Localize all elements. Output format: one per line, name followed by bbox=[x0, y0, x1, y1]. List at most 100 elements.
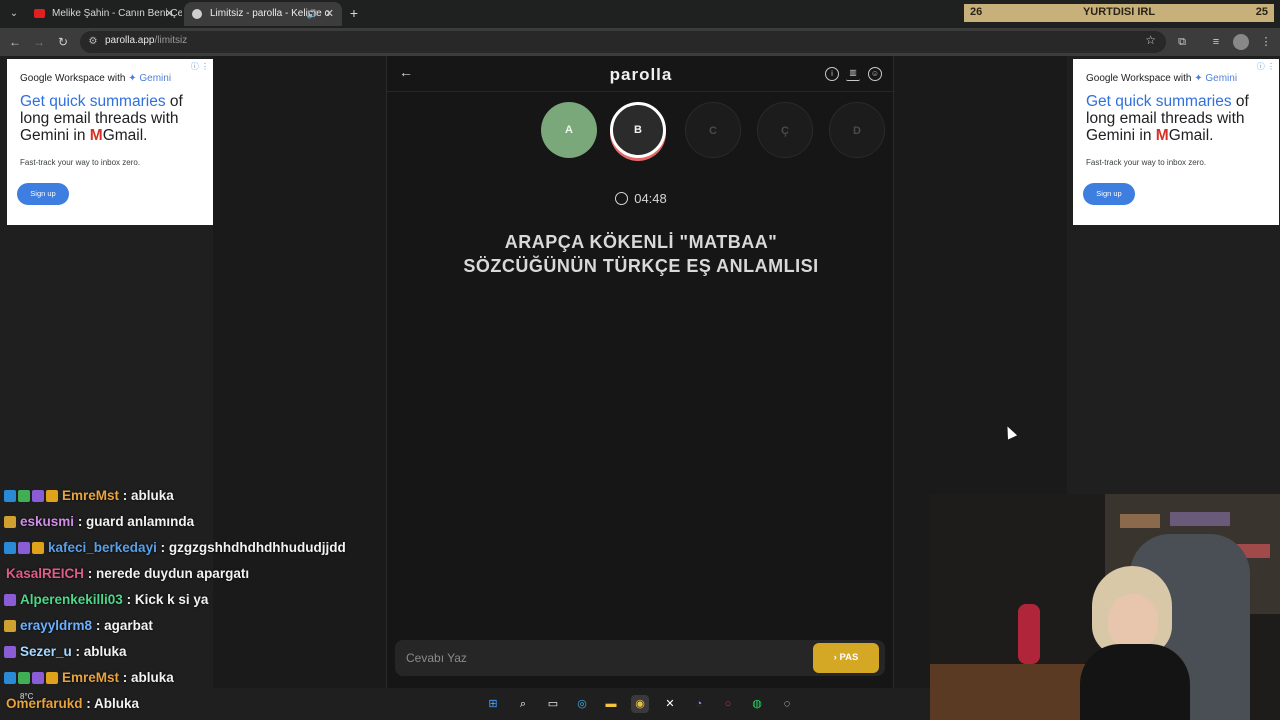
file-explorer-icon[interactable]: ▬ bbox=[602, 695, 620, 713]
profile-icon[interactable]: ☺ bbox=[868, 67, 882, 81]
terminal-icon[interactable]: ✕ bbox=[661, 695, 679, 713]
ad-banner-left[interactable]: ⓘ ⋮ Google Workspace with ✦ Gemini Get q… bbox=[7, 59, 213, 225]
browser-toolbar: ← → ↻ ⚙ parolla.app/limitsiz ☆ ⧉ ≡ ⋮ bbox=[0, 28, 1280, 56]
chat-message: Sezer_u : abluka bbox=[4, 644, 127, 666]
chat-username[interactable]: eskusmi bbox=[20, 514, 74, 529]
chat-message: Alperenkekilli03 : Kick k si ya bbox=[4, 592, 208, 614]
url-text: parolla.app/limitsiz bbox=[105, 35, 188, 46]
clock-icon bbox=[615, 192, 629, 205]
discord-icon[interactable]: ◔ bbox=[690, 695, 708, 713]
opera-icon[interactable]: ○ bbox=[719, 695, 737, 713]
chat-username[interactable]: kafeci_berkedayi bbox=[48, 540, 157, 555]
chat-text: : abluka bbox=[75, 644, 127, 659]
weather-widget[interactable]: 8°C bbox=[20, 692, 33, 701]
chat-badge-icon bbox=[18, 672, 30, 684]
chat-username[interactable]: EmreMst bbox=[62, 670, 119, 685]
reload-icon[interactable]: ↻ bbox=[54, 33, 72, 51]
info-icon[interactable]: i bbox=[825, 67, 839, 81]
chat-username[interactable]: EmreMst bbox=[62, 488, 119, 503]
tab-search-icon[interactable]: ⌄ bbox=[4, 4, 24, 24]
app-logo: parolla bbox=[609, 65, 673, 84]
spotify-icon[interactable]: ◍ bbox=[748, 695, 766, 713]
countdown-timer: 04:48 bbox=[387, 191, 895, 206]
chat-message: erayyldrm8 : agarbat bbox=[4, 618, 153, 640]
chat-badge-icon bbox=[18, 542, 30, 554]
overlay-right-count: 25 bbox=[1255, 6, 1268, 18]
youtube-icon bbox=[34, 9, 45, 18]
letter-b: B bbox=[610, 102, 666, 158]
chat-message: kafeci_berkedayi : gzgzgshhdhdhdhhududjj… bbox=[4, 540, 346, 562]
letter-d: D bbox=[829, 102, 885, 158]
chat-badges bbox=[4, 672, 60, 687]
stream-chat: EmreMst : abluka eskusmi : guard anlamınd… bbox=[0, 486, 520, 720]
chat-badges bbox=[4, 542, 46, 557]
chat-badge-icon bbox=[4, 594, 16, 606]
chat-message: eskusmi : guard anlamında bbox=[4, 514, 194, 536]
shelf-item bbox=[1120, 514, 1160, 528]
chat-text: : Kick k si ya bbox=[126, 592, 209, 607]
chat-badge-icon bbox=[4, 490, 16, 502]
mouse-cursor-icon bbox=[1002, 424, 1018, 440]
close-tab-icon[interactable]: ✕ bbox=[165, 2, 174, 26]
pass-button[interactable]: › PAS bbox=[813, 643, 879, 673]
chat-username[interactable]: KasalREICH bbox=[6, 566, 84, 581]
ad-brand: Google Workspace with ✦ Gemini bbox=[1086, 73, 1238, 84]
site-info-icon[interactable]: ⚙ bbox=[86, 35, 100, 49]
app-header: ← parolla i ▥ ☺ bbox=[387, 56, 895, 92]
chat-badge-icon bbox=[4, 542, 16, 554]
chat-badges bbox=[4, 594, 18, 609]
task-view-icon[interactable]: ▭ bbox=[544, 695, 562, 713]
close-tab-icon[interactable]: ✕ bbox=[325, 2, 334, 26]
ad-signup-button[interactable]: Sign up bbox=[17, 183, 69, 205]
menu-kebab-icon[interactable]: ⋮ bbox=[1258, 34, 1274, 50]
address-bar[interactable]: ⚙ parolla.app/limitsiz ☆ bbox=[80, 31, 1166, 53]
forward-icon[interactable]: → bbox=[30, 33, 48, 51]
chat-username[interactable]: Alperenkekilli03 bbox=[20, 592, 123, 607]
chat-badge-icon bbox=[46, 672, 58, 684]
globe-icon bbox=[192, 9, 202, 19]
extensions-icon[interactable]: ⧉ bbox=[1174, 34, 1190, 50]
microphone bbox=[1018, 604, 1040, 664]
chat-username[interactable]: Sezer_u bbox=[20, 644, 72, 659]
chat-badges bbox=[4, 646, 18, 661]
tab-strip: ⌄ Melike Şahin - Canın Beni Çekti ✕ Limi… bbox=[0, 0, 1280, 28]
chat-badges bbox=[4, 620, 18, 635]
ad-headline: Get quick summaries of long email thread… bbox=[20, 93, 183, 144]
search-icon[interactable]: ⌕ bbox=[514, 695, 532, 713]
windows-start-icon[interactable]: ⊞ bbox=[484, 695, 502, 713]
letter-c: C bbox=[685, 102, 741, 158]
ad-banner-right[interactable]: ⓘ ⋮ Google Workspace with ✦ Gemini Get q… bbox=[1073, 59, 1279, 225]
speaker-icon[interactable]: 🔊 bbox=[307, 2, 318, 26]
tab-parolla[interactable]: Limitsiz - parolla - Kelime o 🔊 ✕ bbox=[184, 2, 342, 26]
adchoices-icon[interactable]: ⓘ ⋮ bbox=[191, 61, 209, 72]
stats-icon[interactable]: ▥ bbox=[846, 67, 860, 81]
tab-melike-sahin[interactable]: Melike Şahin - Canın Beni Çekti ✕ bbox=[26, 2, 182, 26]
gmail-icon: M bbox=[1155, 127, 1169, 144]
bookmark-star-icon[interactable]: ☆ bbox=[1145, 33, 1156, 47]
tab-title: Melike Şahin - Canın Beni Çekti bbox=[52, 8, 182, 19]
stream-overlay-bar: 26 YURTDISI IRL 25 bbox=[964, 4, 1274, 22]
chat-text: : guard anlamında bbox=[77, 514, 195, 529]
webcam-feed bbox=[930, 494, 1280, 720]
chat-badges bbox=[4, 516, 18, 531]
question-text: ARAPÇA KÖKENLİ "MATBAA" SÖZCÜĞÜNÜN TÜRKÇ… bbox=[463, 232, 819, 276]
chat-text: : gzgzgshhdhdhdhhududjjdd bbox=[160, 540, 346, 555]
media-queue-icon[interactable]: ≡ bbox=[1208, 34, 1224, 50]
adchoices-icon[interactable]: ⓘ ⋮ bbox=[1257, 61, 1275, 72]
recording-icon[interactable]: ◌ bbox=[778, 695, 796, 713]
new-tab-button[interactable]: + bbox=[346, 4, 362, 22]
windows-taskbar: 8°C ⊞ ⌕ ▭ ◎ ▬ ◉ ✕ ◔ ○ ◍ ◌ bbox=[0, 688, 1280, 720]
back-icon[interactable]: ← bbox=[6, 33, 24, 51]
chrome-icon[interactable]: ◉ bbox=[631, 695, 649, 713]
ad-subtext: Fast-track your way to inbox zero. bbox=[1086, 158, 1207, 167]
ad-subtext: Fast-track your way to inbox zero. bbox=[20, 158, 141, 167]
chat-text: : abluka bbox=[122, 670, 174, 685]
chat-badge-icon bbox=[46, 490, 58, 502]
letter-c-cedilla: Ç bbox=[757, 102, 813, 158]
ad-signup-button[interactable]: Sign up bbox=[1083, 183, 1135, 205]
edge-icon[interactable]: ◎ bbox=[573, 695, 591, 713]
chat-badges bbox=[4, 490, 60, 505]
profile-avatar[interactable] bbox=[1233, 34, 1249, 50]
chat-username[interactable]: erayyldrm8 bbox=[20, 618, 92, 633]
streamer-face bbox=[1108, 594, 1158, 650]
